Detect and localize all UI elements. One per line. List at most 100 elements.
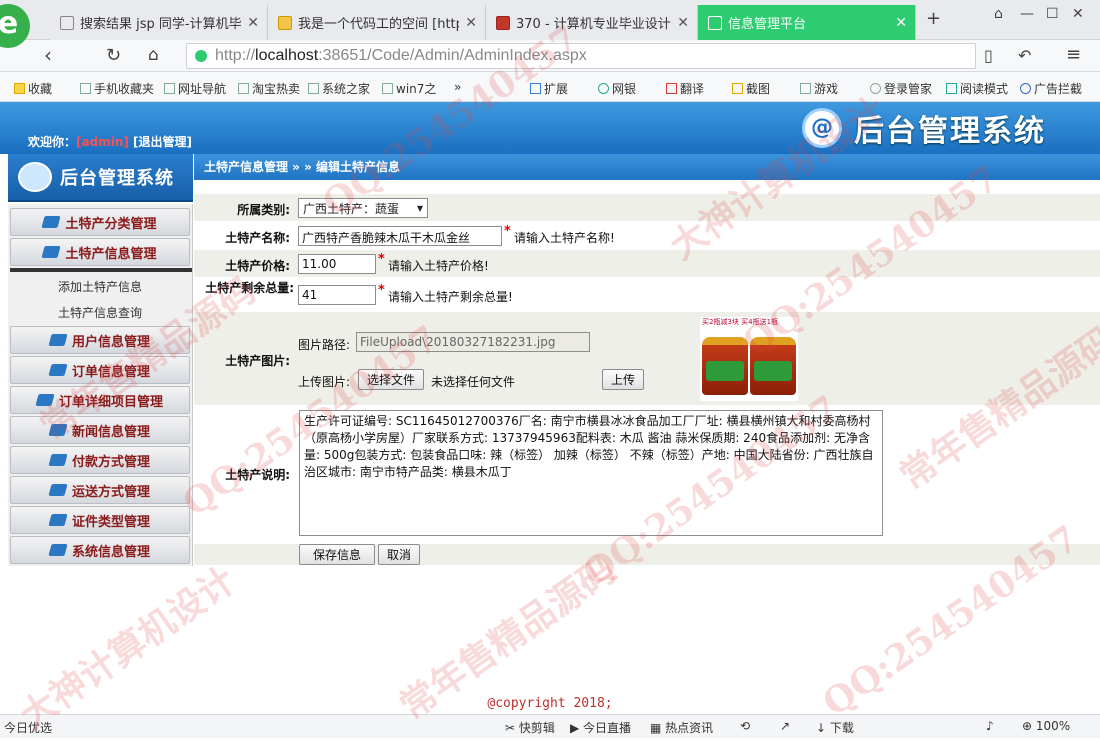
brand-title: 后台管理系统 bbox=[854, 114, 1046, 149]
play-icon: ▶ bbox=[570, 721, 584, 735]
close-tab-icon[interactable]: ✕ bbox=[465, 15, 477, 31]
download-button[interactable]: ↓ 下载 bbox=[816, 719, 854, 736]
extensions-button[interactable]: 扩展 bbox=[530, 80, 568, 97]
divider bbox=[10, 268, 192, 272]
live-button[interactable]: ▶ 今日直播 bbox=[570, 719, 631, 736]
save-button[interactable]: 保存信息 bbox=[299, 544, 375, 565]
close-tab-icon[interactable]: ✕ bbox=[247, 15, 259, 31]
url-path: :38651/Code/Admin/AdminIndex.aspx bbox=[318, 47, 587, 64]
required-mark: * bbox=[378, 283, 385, 298]
maximize-icon[interactable]: ☐ bbox=[1046, 6, 1059, 22]
jar-graphic bbox=[750, 337, 796, 395]
form-row-category: 所属类别: 广西土特产：蔬蛋 ▾ bbox=[194, 194, 1100, 222]
bookmark-item[interactable]: 网址导航 bbox=[164, 80, 226, 97]
menu-arrow-icon bbox=[48, 454, 68, 466]
browser-status-bar: 今日优选 ✂ 快剪辑 ▶ 今日直播 ▦ 热点资讯 ⟲ ↗ ↓ 下载 ♪ ⊕ 10… bbox=[0, 714, 1100, 738]
login-manager-button[interactable]: 登录管家 bbox=[870, 80, 932, 97]
desc-label: 土特产说明: bbox=[225, 468, 290, 482]
breadcrumb: 土特产信息管理 » » 编辑土特产信息 bbox=[194, 154, 1100, 180]
menu-arrow-icon bbox=[48, 424, 68, 436]
sidebar-item-users[interactable]: 用户信息管理 bbox=[10, 326, 190, 354]
browser-tab[interactable]: 我是一个代码工的空间 [http ✕ bbox=[268, 5, 486, 40]
sidebar-item-payment[interactable]: 付款方式管理 bbox=[10, 446, 190, 474]
reader-mode-button[interactable]: 阅读模式 bbox=[946, 80, 1008, 97]
zoom-level[interactable]: ⊕ 100% bbox=[1022, 719, 1070, 733]
secure-icon bbox=[195, 50, 207, 62]
new-tab-button[interactable]: + bbox=[926, 8, 941, 29]
choose-file-button[interactable]: 选择文件 bbox=[358, 369, 424, 390]
url-domain: localhost bbox=[255, 47, 319, 64]
browser-tab[interactable]: 搜索结果 jsp 同学-计算机毕业 ✕ bbox=[50, 5, 268, 40]
watermark: 大神计算机设计 bbox=[12, 558, 243, 738]
sidebar: 土特产分类管理 土特产信息管理 添加土特产信息 土特产信息查询 用户信息管理 订… bbox=[8, 204, 193, 566]
app-brand: @ 后台管理系统 bbox=[802, 105, 1092, 151]
screenshot-button[interactable]: 截图 bbox=[732, 80, 770, 97]
close-tab-icon[interactable]: ✕ bbox=[677, 15, 689, 31]
games-button[interactable]: 游戏 bbox=[800, 80, 838, 97]
bank-icon bbox=[598, 83, 609, 94]
quick-clip-button[interactable]: ✂ 快剪辑 bbox=[505, 719, 555, 736]
category-label: 所属类别: bbox=[237, 203, 290, 217]
scissors-icon: ✂ bbox=[505, 721, 519, 735]
minimize-icon[interactable]: — bbox=[1020, 6, 1034, 22]
bookmark-item[interactable]: win7之 bbox=[382, 80, 436, 97]
logout-link[interactable]: [退出管理] bbox=[133, 135, 192, 149]
sidebar-subitem-query[interactable]: 土特产信息查询 bbox=[58, 304, 142, 321]
browser-tab[interactable]: 370 - 计算机专业毕业设计源 ✕ bbox=[486, 5, 698, 40]
bookmark-item[interactable]: 收藏 bbox=[14, 80, 52, 97]
bookmark-item[interactable]: 手机收藏夹 bbox=[80, 80, 154, 97]
sidebar-item-shipping[interactable]: 运送方式管理 bbox=[10, 476, 190, 504]
menu-icon[interactable]: ≡ bbox=[1066, 44, 1081, 65]
form-row-price: 土特产价格: 11.00 * 请输入土特产价格! bbox=[194, 250, 1100, 278]
description-textarea[interactable]: 生产许可证编号: SC11645012700376厂名: 南宁市横县冰冰食品加工… bbox=[299, 410, 883, 536]
book-icon bbox=[946, 83, 957, 94]
form-row-stock: 土特产剩余总量: 41 * 请输入土特产剩余总量! bbox=[194, 278, 1100, 312]
sidebar-item-news[interactable]: 新闻信息管理 bbox=[10, 416, 190, 444]
bookmark-item[interactable]: 淘宝热卖 bbox=[238, 80, 300, 97]
status-promo[interactable]: 今日优选 bbox=[4, 719, 52, 736]
news-button[interactable]: ▦ 热点资讯 bbox=[650, 719, 713, 736]
upload-button[interactable]: 上传 bbox=[602, 369, 644, 390]
stock-input[interactable]: 41 bbox=[298, 285, 376, 305]
sidebar-item-id-types[interactable]: 证件类型管理 bbox=[10, 506, 190, 534]
sidebar-item-order-details[interactable]: 订单详细项目管理 bbox=[10, 386, 190, 414]
browser-tab-active[interactable]: 信息管理平台 ✕ bbox=[698, 5, 916, 40]
more-bookmarks[interactable]: » bbox=[454, 80, 461, 94]
menu-arrow-icon bbox=[41, 216, 62, 228]
reload-icon[interactable]: ↻ bbox=[106, 45, 121, 66]
tab-title: 搜索结果 jsp 同学-计算机毕业 bbox=[80, 17, 242, 32]
translate-button[interactable]: 翻译 bbox=[666, 80, 704, 97]
home-icon[interactable]: ⌂ bbox=[148, 45, 159, 65]
sidebar-item-orders[interactable]: 订单信息管理 bbox=[10, 356, 190, 384]
bank-button[interactable]: 网银 bbox=[598, 80, 636, 97]
cancel-button[interactable]: 取消 bbox=[378, 544, 420, 565]
required-mark: * bbox=[504, 224, 511, 239]
url-input[interactable]: http://localhost:38651/Code/Admin/AdminI… bbox=[186, 43, 976, 69]
back-icon[interactable]: ‹ bbox=[44, 43, 52, 67]
tab-title: 370 - 计算机专业毕业设计源 bbox=[516, 17, 672, 32]
adblock-button[interactable]: 广告拦截 bbox=[1020, 80, 1082, 97]
name-input[interactable]: 广西特产香脆辣木瓜干木瓜金丝 bbox=[298, 226, 502, 246]
history-icon[interactable]: ⟲ bbox=[740, 719, 750, 733]
sidebar-item-category[interactable]: 土特产分类管理 bbox=[10, 208, 190, 236]
page-icon bbox=[238, 83, 249, 94]
bookmark-item[interactable]: 系统之家 bbox=[308, 80, 370, 97]
undo-icon[interactable]: ↶ bbox=[1018, 46, 1031, 65]
close-tab-icon[interactable]: ✕ bbox=[895, 15, 907, 31]
close-window-icon[interactable]: ✕ bbox=[1072, 6, 1084, 22]
sound-icon[interactable]: ♪ bbox=[986, 719, 994, 733]
menu-arrow-icon bbox=[48, 334, 68, 346]
news-icon: ▦ bbox=[650, 721, 666, 735]
phone-icon[interactable]: ▯ bbox=[984, 46, 993, 65]
share-icon[interactable]: ↗ bbox=[780, 719, 790, 733]
sidebar-item-system[interactable]: 系统信息管理 bbox=[10, 536, 190, 564]
skin-icon[interactable]: ⌂ bbox=[994, 6, 1003, 22]
sidebar-subitem-add[interactable]: 添加土特产信息 bbox=[58, 278, 142, 295]
page-icon bbox=[708, 15, 722, 30]
price-input[interactable]: 11.00 bbox=[298, 254, 376, 274]
page-icon bbox=[308, 83, 319, 94]
required-mark: * bbox=[378, 252, 385, 267]
sidebar-item-product[interactable]: 土特产信息管理 bbox=[10, 238, 190, 266]
form-row-name: 土特产名称: 广西特产香脆辣木瓜干木瓜金丝 * 请输入土特产名称! bbox=[194, 222, 1100, 250]
category-select[interactable]: 广西土特产：蔬蛋 ▾ bbox=[298, 198, 428, 218]
